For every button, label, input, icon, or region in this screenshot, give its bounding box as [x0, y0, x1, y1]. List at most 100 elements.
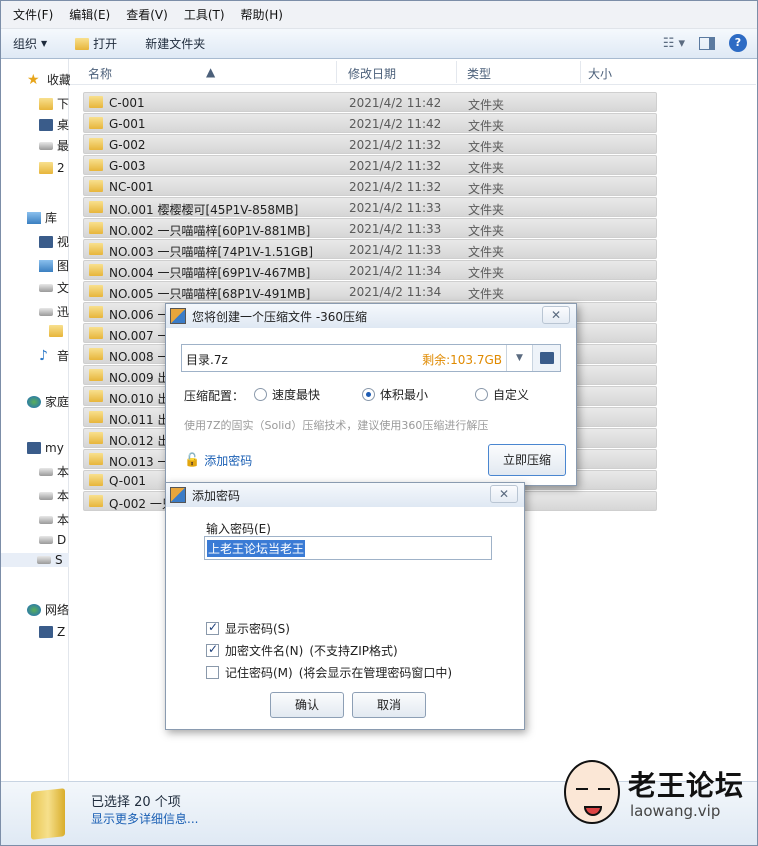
file-type: 文件夹 — [468, 266, 505, 280]
preview-pane-icon[interactable] — [699, 36, 715, 50]
column-name[interactable]: 名称 — [88, 65, 112, 82]
watermark-title: 老王论坛 — [628, 769, 745, 802]
password-value: 上老王论坛当老王 — [207, 540, 306, 557]
radio-fastest[interactable]: 速度最快 — [254, 386, 320, 403]
file-row[interactable]: C-001 2021/4/2 11:42 文件夹 — [83, 92, 657, 112]
nav-label: my — [45, 441, 64, 455]
folder-icon — [89, 138, 103, 150]
file-row[interactable]: G-001 2021/4/2 11:42 文件夹 — [83, 113, 657, 133]
help-icon[interactable]: ? — [729, 34, 747, 52]
organize-button[interactable]: 组织 ▼ — [13, 35, 47, 52]
nav-drive-s[interactable]: S — [1, 553, 69, 567]
close-button[interactable]: ✕ — [542, 306, 570, 324]
file-type: 文件夹 — [468, 140, 505, 154]
column-type[interactable]: 类型 — [467, 65, 491, 82]
file-row[interactable]: NO.002 一只喵喵梓[60P1V-881MB] 2021/4/2 11:33 文… — [83, 218, 657, 238]
radio-smallest[interactable]: 体积最小 — [362, 386, 428, 403]
open-folder-icon — [75, 37, 90, 50]
drive-icon — [39, 467, 53, 476]
nav-label: D — [57, 533, 67, 547]
browse-folder-button[interactable] — [532, 345, 560, 371]
add-password-link[interactable]: 🔓 添加密码 — [184, 452, 252, 469]
archive-path-field[interactable]: 目录.7z 剩余:103.7GB ▼ — [181, 344, 561, 372]
nav-label: 视 — [57, 235, 70, 249]
folder-icon — [49, 325, 63, 337]
checkbox-checked — [206, 620, 219, 635]
folder-icon — [89, 369, 103, 381]
menu-file[interactable]: 文件(F) — [13, 6, 53, 23]
radio-custom[interactable]: 自定义 — [475, 386, 529, 403]
radio-label: 自定义 — [493, 388, 530, 402]
file-row[interactable]: NC-001 2021/4/2 11:32 文件夹 — [83, 176, 657, 196]
nav-favorites[interactable]: ★ 收藏 — [27, 71, 73, 88]
nav-label: 音 — [57, 349, 70, 363]
folder-icon — [89, 432, 103, 444]
ok-button[interactable]: 确认 — [270, 692, 344, 718]
menu-view[interactable]: 查看(V) — [126, 6, 168, 23]
nav-network[interactable]: 网络 — [27, 601, 73, 618]
folder-icon — [89, 453, 103, 465]
file-type: 文件夹 — [468, 287, 505, 301]
toolbar-right: ☷ ▾ ? — [663, 34, 747, 52]
folder-icon — [89, 264, 103, 276]
drive-icon — [39, 491, 53, 500]
file-date: 2021/4/2 11:34 — [349, 285, 442, 299]
file-row[interactable]: G-002 2021/4/2 11:32 文件夹 — [83, 134, 657, 154]
file-row[interactable]: NO.001 樱樱樱可[45P1V-858MB] 2021/4/2 11:33 文件… — [83, 197, 657, 217]
folder-icon — [89, 117, 103, 129]
file-date: 2021/4/2 11:33 — [349, 201, 442, 215]
file-row[interactable]: NO.005 一只喵喵梓[68P1V-491MB] 2021/4/2 11:34 文… — [83, 281, 657, 301]
encrypt-filenames-label: 加密文件名(N) — [225, 644, 304, 658]
nav-label: S — [55, 553, 63, 567]
column-size[interactable]: 大小 — [588, 65, 612, 82]
column-date[interactable]: 修改日期 — [348, 65, 396, 82]
folder-stack-icon — [31, 788, 65, 840]
nav-homegroup[interactable]: 家庭 — [27, 393, 73, 410]
column-headers: ▲ 名称 修改日期 类型 大小 — [70, 59, 756, 85]
menu-help[interactable]: 帮助(H) — [241, 6, 283, 23]
nav-libraries[interactable]: 库 — [27, 209, 73, 226]
menu-edit[interactable]: 编辑(E) — [69, 6, 110, 23]
cancel-button[interactable]: 取消 — [352, 692, 426, 718]
file-row[interactable]: NO.004 一只喵喵梓[69P1V-467MB] 2021/4/2 11:34 文… — [83, 260, 657, 280]
password-input-label: 输入密码(E) — [206, 522, 271, 536]
archive-filename: 目录.7z — [186, 353, 228, 367]
column-divider[interactable] — [580, 61, 581, 83]
file-row[interactable]: NO.003 一只喵喵梓[74P1V-1.51GB] 2021/4/2 11:33… — [83, 239, 657, 259]
file-name: NO.011 出 — [109, 413, 170, 427]
file-date: 2021/4/2 11:34 — [349, 264, 442, 278]
command-bar: 组织 ▼ 打开 新建文件夹 ☷ ▾ ? — [1, 29, 757, 59]
close-button[interactable]: ✕ — [490, 485, 518, 503]
network-icon — [27, 603, 41, 616]
file-type: 文件夹 — [468, 182, 505, 196]
view-options-icon[interactable]: ☷ ▾ — [663, 36, 685, 51]
navigation-pane: ★ 收藏 下 桌 最 2 库 视 图 文 迅 ♪ 音 家庭 my 本 本 本 D S… — [1, 59, 71, 781]
nav-label: 库 — [45, 211, 58, 225]
remember-password-checkbox[interactable]: 记住密码(M) (将会显示在管理密码窗口中) — [206, 664, 452, 681]
encrypt-filenames-checkbox[interactable]: 加密文件名(N) (不支持ZIP格式) — [206, 642, 398, 659]
nav-label: 2 — [57, 161, 65, 175]
file-row[interactable]: G-003 2021/4/2 11:32 文件夹 — [83, 155, 657, 175]
folder-icon — [89, 348, 103, 360]
column-divider[interactable] — [336, 61, 337, 83]
checkbox-unchecked — [206, 666, 219, 679]
menu-tools[interactable]: 工具(T) — [184, 6, 225, 23]
file-type: 文件夹 — [468, 224, 505, 238]
file-name: NO.007 一 — [109, 329, 170, 343]
folder-icon — [39, 162, 53, 174]
folder-icon — [89, 495, 103, 507]
drive-icon — [39, 536, 53, 544]
dropdown-chevron-icon[interactable]: ▼ — [506, 345, 532, 371]
column-divider[interactable] — [456, 61, 457, 83]
nav-label: 家庭 — [45, 395, 70, 409]
star-icon: ★ — [27, 71, 40, 88]
new-folder-button[interactable]: 新建文件夹 — [145, 35, 205, 52]
eye — [576, 788, 588, 793]
show-details-link[interactable]: 显示更多详细信息... — [91, 810, 198, 827]
password-input[interactable]: 上老王论坛当老王 — [204, 536, 492, 560]
folder-icon — [39, 97, 53, 110]
show-password-checkbox[interactable]: 显示密码(S) — [206, 620, 290, 637]
open-button[interactable]: 打开 — [75, 35, 117, 52]
nav-computer[interactable]: my — [27, 441, 73, 455]
compress-now-button[interactable]: 立即压缩 — [488, 444, 566, 476]
